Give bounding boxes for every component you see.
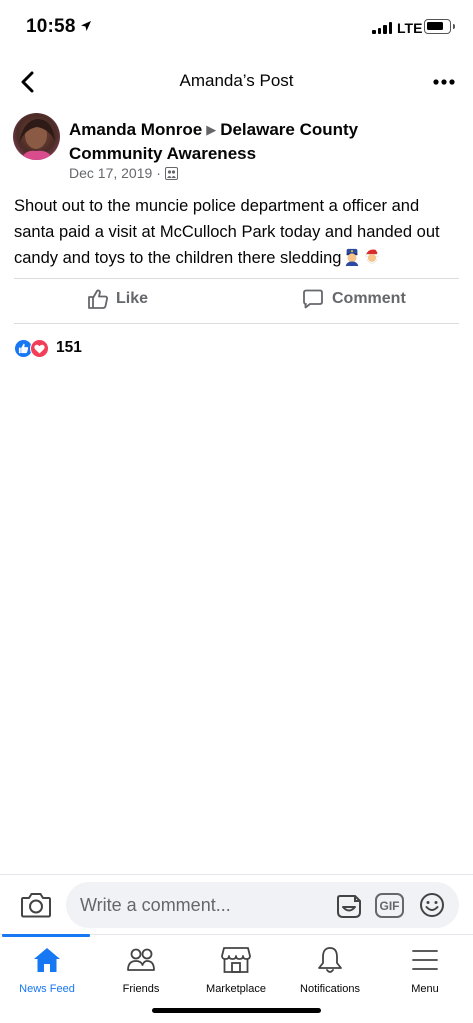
like-label: Like	[116, 290, 149, 307]
divider	[14, 323, 459, 324]
camera-button[interactable]	[20, 891, 52, 919]
status-bar: 10:58 LTE	[0, 0, 473, 56]
cell-signal-icon	[372, 22, 392, 34]
santa-emoji	[365, 249, 381, 264]
camera-icon	[21, 893, 51, 918]
menu-icon	[410, 945, 440, 975]
comment-button[interactable]: Comment	[302, 288, 406, 310]
post-meta: Dec 17, 2019 ·	[69, 165, 178, 181]
location-arrow-icon	[80, 19, 92, 37]
comment-input-container: GIF	[66, 882, 459, 928]
post-action-row: Like Comment	[14, 279, 459, 323]
sticker-icon	[337, 895, 361, 918]
tab-label: Menu	[411, 983, 439, 995]
bell-icon	[315, 945, 345, 975]
police-officer-emoji	[346, 248, 359, 266]
avatar[interactable]	[13, 113, 60, 160]
nav-header: Amanda’s Post	[0, 60, 473, 104]
thumbs-up-icon	[88, 289, 108, 309]
group-privacy-icon	[164, 166, 178, 180]
love-reaction-icon	[30, 339, 49, 358]
triangle-right-icon: ▶	[206, 122, 217, 137]
page-title: Amanda’s Post	[179, 71, 294, 90]
tab-label: Marketplace	[206, 983, 266, 995]
author-name-link[interactable]: Amanda Monroe	[69, 120, 202, 139]
active-tab-indicator	[2, 934, 90, 937]
tab-menu[interactable]: Menu	[378, 945, 472, 995]
comment-bubble-icon	[303, 289, 323, 309]
tab-label: Notifications	[300, 983, 360, 995]
like-button[interactable]: Like	[87, 288, 148, 310]
comment-label: Comment	[332, 290, 406, 307]
reaction-icons	[14, 338, 52, 358]
smiley-icon	[420, 893, 444, 917]
emoji-button[interactable]	[418, 891, 446, 919]
home-indicator	[152, 1008, 321, 1013]
post-body: Shout out to the muncie police departmen…	[14, 193, 462, 271]
status-time: 10:58	[26, 16, 76, 37]
comment-input[interactable]	[80, 882, 330, 928]
more-options-button[interactable]	[429, 68, 459, 96]
post-author-line: Amanda Monroe ▶ Delaware County Community …	[69, 118, 449, 165]
tab-friends[interactable]: Friends	[94, 945, 188, 995]
gif-button[interactable]: GIF	[375, 893, 404, 918]
reactions-summary[interactable]: 151	[14, 338, 82, 358]
tab-marketplace[interactable]: Marketplace	[189, 945, 283, 995]
tab-label: Friends	[122, 983, 160, 995]
battery-icon	[424, 19, 455, 34]
more-dots-icon	[433, 79, 455, 85]
tab-notifications[interactable]: Notifications	[283, 945, 377, 995]
reaction-count: 151	[56, 339, 82, 356]
sticker-button[interactable]	[335, 892, 363, 920]
friends-icon	[126, 945, 156, 975]
comment-composer: GIF	[0, 874, 473, 934]
meta-separator: ·	[156, 165, 161, 181]
post-date[interactable]: Dec 17, 2019	[69, 165, 152, 181]
gif-label: GIF	[379, 898, 400, 913]
network-type: LTE	[397, 20, 423, 36]
tab-label: News Feed	[19, 983, 75, 995]
home-icon	[32, 945, 62, 975]
tab-news-feed[interactable]: News Feed	[0, 945, 94, 995]
marketplace-icon	[221, 945, 251, 975]
